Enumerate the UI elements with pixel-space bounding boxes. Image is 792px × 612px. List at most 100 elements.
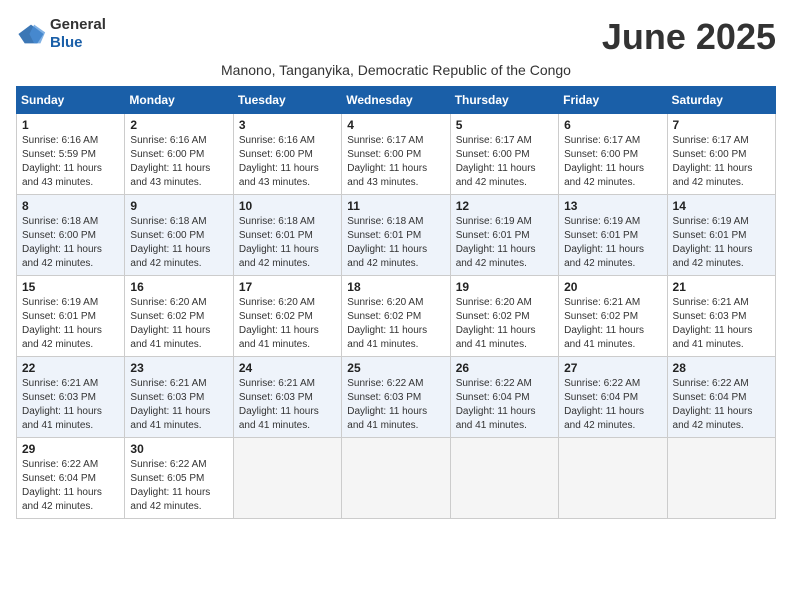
day-number: 21 — [673, 280, 770, 294]
calendar-cell: 14 Sunrise: 6:19 AMSunset: 6:01 PMDayligh… — [667, 195, 775, 276]
day-number: 2 — [130, 118, 227, 132]
weekday-header-monday: Monday — [125, 87, 233, 114]
day-number: 7 — [673, 118, 770, 132]
day-info: Sunrise: 6:18 AMSunset: 6:01 PMDaylight:… — [239, 215, 336, 271]
calendar-cell — [233, 438, 341, 519]
day-info: Sunrise: 6:20 AMSunset: 6:02 PMDaylight:… — [239, 296, 336, 352]
day-number: 26 — [456, 361, 553, 375]
day-number: 12 — [456, 199, 553, 213]
calendar-cell: 13Sunrise: 6:19 AMSunset: 6:01 PMDayligh… — [559, 195, 667, 276]
day-number: 22 — [22, 361, 119, 375]
calendar-week-row: 15 Sunrise: 6:19 AMSunset: 6:01 PMDayligh… — [17, 276, 776, 357]
day-info: Sunrise: 6:21 AMSunset: 6:03 PMDaylight:… — [130, 377, 227, 433]
day-info: Sunrise: 6:18 AMSunset: 6:01 PMDaylight:… — [347, 215, 444, 271]
day-info: Sunrise: 6:22 AMSunset: 6:04 PMDaylight:… — [456, 377, 553, 433]
logo-blue: Blue — [50, 34, 83, 51]
weekday-header-wednesday: Wednesday — [342, 87, 450, 114]
day-info: Sunrise: 6:22 AMSunset: 6:05 PMDaylight:… — [130, 458, 227, 514]
calendar-cell: 3Sunrise: 6:16 AMSunset: 6:00 PMDaylight… — [233, 114, 341, 195]
calendar-week-row: 8 Sunrise: 6:18 AMSunset: 6:00 PMDaylight… — [17, 195, 776, 276]
calendar-week-row: 22 Sunrise: 6:21 AMSunset: 6:03 PMDayligh… — [17, 357, 776, 438]
day-number: 9 — [130, 199, 227, 213]
day-number: 14 — [673, 199, 770, 213]
weekday-header-sunday: Sunday — [17, 87, 125, 114]
calendar-cell: 26 Sunrise: 6:22 AMSunset: 6:04 PMDayligh… — [450, 357, 558, 438]
calendar-cell: 22 Sunrise: 6:21 AMSunset: 6:03 PMDayligh… — [17, 357, 125, 438]
calendar-cell: 23Sunrise: 6:21 AMSunset: 6:03 PMDayligh… — [125, 357, 233, 438]
calendar-cell: 21 Sunrise: 6:21 AMSunset: 6:03 PMDayligh… — [667, 276, 775, 357]
day-info: Sunrise: 6:16 AMSunset: 6:00 PMDaylight:… — [130, 134, 227, 190]
day-info: Sunrise: 6:22 AMSunset: 6:03 PMDaylight:… — [347, 377, 444, 433]
day-info: Sunrise: 6:18 AMSunset: 6:00 PMDaylight:… — [22, 215, 119, 271]
calendar-cell: 1 Sunrise: 6:16 AMSunset: 5:59 PMDaylight… — [17, 114, 125, 195]
calendar-cell: 20 Sunrise: 6:21 AMSunset: 6:02 PMDayligh… — [559, 276, 667, 357]
day-info: Sunrise: 6:17 AMSunset: 6:00 PMDaylight:… — [673, 134, 770, 190]
day-number: 16 — [130, 280, 227, 294]
day-number: 15 — [22, 280, 119, 294]
day-info: Sunrise: 6:20 AMSunset: 6:02 PMDaylight:… — [130, 296, 227, 352]
day-number: 20 — [564, 280, 661, 294]
day-info: Sunrise: 6:19 AMSunset: 6:01 PMDaylight:… — [22, 296, 119, 352]
day-info: Sunrise: 6:17 AMSunset: 6:00 PMDaylight:… — [564, 134, 661, 190]
month-title: June 2025 — [602, 16, 776, 58]
day-number: 10 — [239, 199, 336, 213]
header: General Blue June 2025 — [16, 16, 776, 58]
day-info: Sunrise: 6:19 AMSunset: 6:01 PMDaylight:… — [456, 215, 553, 271]
day-number: 24 — [239, 361, 336, 375]
day-info: Sunrise: 6:21 AMSunset: 6:03 PMDaylight:… — [22, 377, 119, 433]
calendar-cell: 28 Sunrise: 6:22 AMSunset: 6:04 PMDayligh… — [667, 357, 775, 438]
day-number: 27 — [564, 361, 661, 375]
calendar-cell: 29Sunrise: 6:22 AMSunset: 6:04 PMDayligh… — [17, 438, 125, 519]
day-info: Sunrise: 6:20 AMSunset: 6:02 PMDaylight:… — [456, 296, 553, 352]
weekday-header-tuesday: Tuesday — [233, 87, 341, 114]
day-info: Sunrise: 6:19 AMSunset: 6:01 PMDaylight:… — [673, 215, 770, 271]
calendar-cell: 8 Sunrise: 6:18 AMSunset: 6:00 PMDaylight… — [17, 195, 125, 276]
day-info: Sunrise: 6:22 AMSunset: 6:04 PMDaylight:… — [673, 377, 770, 433]
day-number: 28 — [673, 361, 770, 375]
calendar-cell: 4 Sunrise: 6:17 AMSunset: 6:00 PMDaylight… — [342, 114, 450, 195]
logo: General Blue — [16, 16, 106, 52]
weekday-header-thursday: Thursday — [450, 87, 558, 114]
calendar-cell: 5Sunrise: 6:17 AMSunset: 6:00 PMDaylight… — [450, 114, 558, 195]
calendar-subtitle: Manono, Tanganyika, Democratic Republic … — [16, 62, 776, 78]
day-number: 19 — [456, 280, 553, 294]
calendar-cell: 18Sunrise: 6:20 AMSunset: 6:02 PMDayligh… — [342, 276, 450, 357]
calendar-cell: 16 Sunrise: 6:20 AMSunset: 6:02 PMDayligh… — [125, 276, 233, 357]
calendar-cell: 2 Sunrise: 6:16 AMSunset: 6:00 PMDaylight… — [125, 114, 233, 195]
calendar-cell: 12 Sunrise: 6:19 AMSunset: 6:01 PMDayligh… — [450, 195, 558, 276]
weekday-header-friday: Friday — [559, 87, 667, 114]
calendar-cell — [342, 438, 450, 519]
day-info: Sunrise: 6:17 AMSunset: 6:00 PMDaylight:… — [347, 134, 444, 190]
calendar-week-row: 29Sunrise: 6:22 AMSunset: 6:04 PMDayligh… — [17, 438, 776, 519]
calendar-header-row: SundayMondayTuesdayWednesdayThursdayFrid… — [17, 87, 776, 114]
calendar-cell: 15 Sunrise: 6:19 AMSunset: 6:01 PMDayligh… — [17, 276, 125, 357]
day-number: 25 — [347, 361, 444, 375]
day-info: Sunrise: 6:21 AMSunset: 6:03 PMDaylight:… — [239, 377, 336, 433]
calendar-cell: 9 Sunrise: 6:18 AMSunset: 6:00 PMDaylight… — [125, 195, 233, 276]
calendar-table: SundayMondayTuesdayWednesdayThursdayFrid… — [16, 86, 776, 519]
day-info: Sunrise: 6:19 AMSunset: 6:01 PMDaylight:… — [564, 215, 661, 271]
day-number: 3 — [239, 118, 336, 132]
day-number: 8 — [22, 199, 119, 213]
day-info: Sunrise: 6:16 AMSunset: 5:59 PMDaylight:… — [22, 134, 119, 190]
day-info: Sunrise: 6:22 AMSunset: 6:04 PMDaylight:… — [564, 377, 661, 433]
day-info: Sunrise: 6:20 AMSunset: 6:02 PMDaylight:… — [347, 296, 444, 352]
calendar-cell: 24 Sunrise: 6:21 AMSunset: 6:03 PMDayligh… — [233, 357, 341, 438]
calendar-cell: 17Sunrise: 6:20 AMSunset: 6:02 PMDayligh… — [233, 276, 341, 357]
day-number: 4 — [347, 118, 444, 132]
day-info: Sunrise: 6:18 AMSunset: 6:00 PMDaylight:… — [130, 215, 227, 271]
weekday-header-saturday: Saturday — [667, 87, 775, 114]
calendar-cell: 10 Sunrise: 6:18 AMSunset: 6:01 PMDayligh… — [233, 195, 341, 276]
day-info: Sunrise: 6:21 AMSunset: 6:03 PMDaylight:… — [673, 296, 770, 352]
day-info: Sunrise: 6:22 AMSunset: 6:04 PMDaylight:… — [22, 458, 119, 514]
day-number: 11 — [347, 199, 444, 213]
day-info: Sunrise: 6:21 AMSunset: 6:02 PMDaylight:… — [564, 296, 661, 352]
calendar-cell: 11 Sunrise: 6:18 AMSunset: 6:01 PMDayligh… — [342, 195, 450, 276]
calendar-cell: 7 Sunrise: 6:17 AMSunset: 6:00 PMDaylight… — [667, 114, 775, 195]
calendar-cell — [559, 438, 667, 519]
calendar-week-row: 1 Sunrise: 6:16 AMSunset: 5:59 PMDaylight… — [17, 114, 776, 195]
day-number: 1 — [22, 118, 119, 132]
calendar-cell: 27 Sunrise: 6:22 AMSunset: 6:04 PMDayligh… — [559, 357, 667, 438]
day-number: 6 — [564, 118, 661, 132]
calendar-cell — [667, 438, 775, 519]
